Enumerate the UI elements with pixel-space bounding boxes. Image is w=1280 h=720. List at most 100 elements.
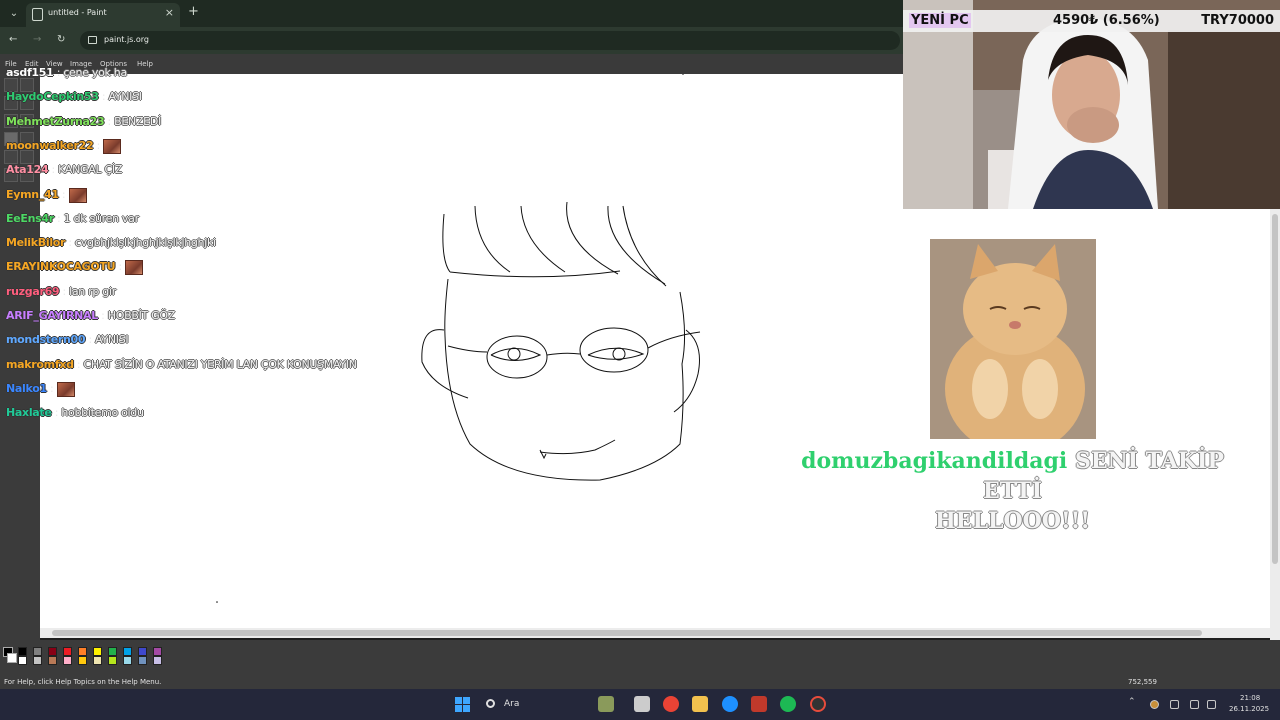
- chat-username: makromfxd: [6, 358, 74, 371]
- palette-swatch[interactable]: [123, 656, 132, 665]
- palette-swatch[interactable]: [18, 647, 27, 656]
- chat-message: Eymn_41 :: [6, 186, 87, 204]
- palette-swatch[interactable]: [153, 647, 162, 656]
- left-eye: [490, 348, 542, 361]
- forward-button[interactable]: →: [33, 34, 41, 45]
- spotify-icon[interactable]: [780, 696, 796, 712]
- windows-start-button[interactable]: [455, 697, 470, 712]
- palette-swatch[interactable]: [93, 647, 102, 656]
- chat-message-text: cvgbhjklşlkjhghjklşlkjhghjki: [74, 236, 216, 249]
- palette-swatch[interactable]: [108, 647, 117, 656]
- palette-swatch[interactable]: [33, 656, 42, 665]
- tray-chevron-icon[interactable]: ⌃: [1128, 697, 1137, 707]
- chat-separator: :: [98, 90, 109, 103]
- cursor-coordinates: 752,559: [1128, 678, 1157, 686]
- horizontal-scroll-thumb[interactable]: [52, 630, 1202, 636]
- palette-swatch[interactable]: [48, 656, 57, 665]
- chat-message: mondstern00 : AYNISI: [6, 331, 129, 349]
- chat-separator: :: [104, 115, 115, 128]
- chat-separator: :: [51, 406, 62, 419]
- chat-message-text: KANGAL ÇİZ: [58, 163, 123, 176]
- microphone-icon[interactable]: [1170, 700, 1179, 709]
- face-sketch-strokes: [421, 201, 701, 481]
- palette-swatch[interactable]: [63, 647, 72, 656]
- chat-separator: :: [73, 358, 84, 371]
- mouth: [539, 439, 616, 455]
- current-colors[interactable]: [3, 647, 17, 665]
- chat-message: HaydoCepkin53 : AYNISI: [6, 88, 142, 106]
- menu-help[interactable]: Help: [137, 60, 153, 68]
- obs-icon[interactable]: [810, 696, 826, 712]
- chat-separator: :: [85, 333, 96, 346]
- secondary-color-swatch: [7, 653, 17, 663]
- palette-swatch[interactable]: [138, 656, 147, 665]
- chat-username: asdf151: [6, 66, 54, 79]
- chat-message-text: AYNISI: [95, 333, 129, 346]
- donation-goal-bar: YENİ PC 4590₺ (6.56%) TRY70000: [903, 10, 1280, 32]
- volume-icon[interactable]: [1207, 700, 1216, 709]
- chat-emote-icon: [103, 138, 122, 154]
- tab-list-button[interactable]: ⌄: [6, 6, 22, 22]
- palette-swatch[interactable]: [153, 656, 162, 665]
- palette-swatch[interactable]: [78, 647, 87, 656]
- right-eye: [587, 347, 645, 360]
- palette-swatch[interactable]: [123, 647, 132, 656]
- close-tab-icon[interactable]: ×: [165, 6, 174, 19]
- chat-separator: :: [97, 309, 108, 322]
- glasses-bridge: [546, 352, 581, 356]
- palette-swatch[interactable]: [63, 656, 72, 665]
- search-icon: [486, 699, 495, 708]
- chat-username: EeEns4r: [6, 212, 54, 225]
- chat-separator: :: [59, 285, 70, 298]
- chat-message-text: çene yok ha: [63, 66, 127, 79]
- chat-message: MelikBilor : cvgbhjklşlkjhghjklşlkjhghjk…: [6, 234, 216, 252]
- chat-message: Ata124 : KANGAL ÇİZ: [6, 161, 122, 179]
- hair-stroke: [442, 213, 451, 273]
- hair-stroke: [622, 205, 667, 287]
- reload-button[interactable]: ↻: [57, 34, 65, 45]
- palette-swatch[interactable]: [33, 647, 42, 656]
- stray-dot: [216, 601, 218, 603]
- chat-username: ruzgar69: [6, 285, 60, 298]
- windows-taskbar: Ara ⌃ 21:08 26.11.2025: [0, 689, 1280, 720]
- vertical-scroll-thumb[interactable]: [1272, 214, 1278, 564]
- taskbar-search-label: Ara: [504, 699, 520, 709]
- palette-swatch[interactable]: [18, 656, 27, 665]
- chat-separator: :: [93, 139, 104, 152]
- url-field[interactable]: paint.js.org: [80, 31, 900, 50]
- chat-message-text: hobbitemo oldu: [61, 406, 144, 419]
- chat-separator: :: [48, 163, 59, 176]
- stray-dot: [682, 74, 684, 75]
- taskbar-time: 21:08: [1240, 694, 1261, 702]
- palette-swatch[interactable]: [78, 656, 87, 665]
- tab-title: untitled - Paint: [48, 8, 107, 17]
- palette-swatch[interactable]: [48, 647, 57, 656]
- right-temple: [647, 331, 701, 349]
- task-view-icon[interactable]: [634, 696, 650, 712]
- browser-tab[interactable]: untitled - Paint ×: [26, 3, 180, 27]
- network-icon[interactable]: [1190, 700, 1199, 709]
- edge-icon[interactable]: [722, 696, 738, 712]
- taskbar-date: 26.11.2025: [1229, 705, 1270, 713]
- hair-stroke: [474, 205, 511, 273]
- back-button[interactable]: ←: [9, 34, 17, 45]
- horizontal-scrollbar[interactable]: [40, 628, 1270, 638]
- new-tab-button[interactable]: +: [188, 4, 199, 19]
- left-pupil: [507, 347, 521, 361]
- palette-swatch[interactable]: [138, 647, 147, 656]
- taskbar-search[interactable]: Ara: [478, 694, 558, 715]
- file-explorer-icon[interactable]: [692, 696, 708, 712]
- chat-username: Ata124: [6, 163, 49, 176]
- chat-message: ruzgar69 : lan rp gir: [6, 283, 116, 301]
- hair-stroke: [520, 205, 566, 273]
- follow-message-line2: HELLOOO!!!: [935, 508, 1090, 534]
- palette-swatch[interactable]: [108, 656, 117, 665]
- chrome-icon[interactable]: [663, 696, 679, 712]
- right-ear: [673, 329, 700, 413]
- game-app-icon[interactable]: [751, 696, 767, 712]
- tray-app-icon[interactable]: [1150, 700, 1159, 709]
- widgets-icon[interactable]: [598, 696, 614, 712]
- left-temple: [447, 345, 488, 353]
- site-info-icon[interactable]: [88, 36, 97, 44]
- palette-swatch[interactable]: [93, 656, 102, 665]
